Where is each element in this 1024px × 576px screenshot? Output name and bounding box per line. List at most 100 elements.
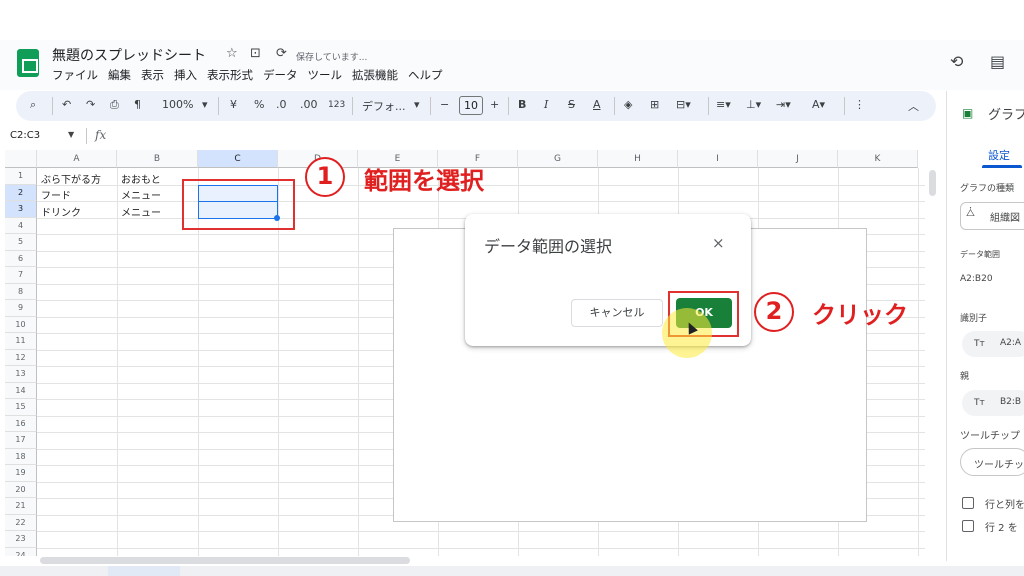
row-header-16[interactable]: 16 bbox=[5, 415, 37, 432]
cell-a1[interactable]: ぶら下がる方 bbox=[41, 171, 101, 186]
row-header-15[interactable]: 15 bbox=[5, 399, 37, 416]
tab-setup[interactable]: 設定 bbox=[988, 147, 1010, 163]
data-range-value[interactable]: A2:B20 bbox=[960, 274, 993, 284]
menu-file[interactable]: ファイル bbox=[52, 67, 98, 83]
horizontal-scrollbar[interactable] bbox=[40, 557, 410, 564]
font-select[interactable]: デフォ... bbox=[362, 98, 406, 114]
menu-tools[interactable]: ツール bbox=[308, 67, 343, 83]
row-header-12[interactable]: 12 bbox=[5, 349, 37, 366]
row-header-17[interactable]: 17 bbox=[5, 432, 37, 449]
row-header-3[interactable]: 3 bbox=[5, 201, 37, 218]
menu-edit[interactable]: 編集 bbox=[108, 67, 131, 83]
strikethrough-button[interactable]: S bbox=[568, 98, 575, 111]
row-header-24[interactable]: 24 bbox=[5, 547, 37, 556]
cell-a2[interactable]: フード bbox=[41, 187, 71, 202]
col-header-i[interactable]: I bbox=[678, 150, 758, 168]
row-header-11[interactable]: 11 bbox=[5, 333, 37, 350]
col-header-g[interactable]: G bbox=[518, 150, 598, 168]
row-header-1[interactable]: 1 bbox=[5, 168, 37, 185]
row-header-19[interactable]: 19 bbox=[5, 465, 37, 482]
vertical-align-icon[interactable]: ⊥▾ bbox=[746, 98, 761, 111]
menu-format[interactable]: 表示形式 bbox=[207, 67, 253, 83]
italic-button[interactable]: I bbox=[544, 98, 548, 111]
step-1-badge: 1 bbox=[305, 157, 345, 197]
col-header-j[interactable]: J bbox=[758, 150, 838, 168]
row-header-23[interactable]: 23 bbox=[5, 531, 37, 548]
cell-a3[interactable]: ドリンク bbox=[41, 204, 81, 219]
row-header-14[interactable]: 14 bbox=[5, 382, 37, 399]
corner-cell[interactable] bbox=[5, 150, 37, 168]
menu-extensions[interactable]: 拡張機能 bbox=[352, 67, 398, 83]
cell-b2[interactable]: メニュー bbox=[121, 187, 161, 202]
chevron-up-icon[interactable]: ︿ bbox=[908, 98, 919, 114]
menu-help[interactable]: ヘルプ bbox=[408, 67, 443, 83]
star-icon[interactable]: ☆ bbox=[226, 46, 238, 61]
col-header-h[interactable]: H bbox=[598, 150, 678, 168]
cancel-button[interactable]: キャンセル bbox=[571, 299, 663, 327]
text-wrap-icon[interactable]: ⇥▾ bbox=[776, 98, 791, 111]
name-box[interactable]: C2:C3 bbox=[10, 130, 40, 141]
menu-view[interactable]: 表示 bbox=[141, 67, 164, 83]
row-header-7[interactable]: 7 bbox=[5, 267, 37, 284]
row-header-6[interactable]: 6 bbox=[5, 250, 37, 267]
row-header-22[interactable]: 22 bbox=[5, 514, 37, 531]
menu-data[interactable]: データ bbox=[263, 67, 298, 83]
history-icon[interactable]: ⟲ bbox=[950, 52, 963, 71]
menu-insert[interactable]: 挿入 bbox=[174, 67, 197, 83]
row-header-4[interactable]: 4 bbox=[5, 217, 37, 234]
row-header-5[interactable]: 5 bbox=[5, 234, 37, 251]
redo-icon[interactable]: ↷ bbox=[86, 98, 95, 111]
close-icon[interactable]: × bbox=[712, 234, 725, 252]
text-color-button[interactable]: A bbox=[593, 98, 601, 111]
print-icon[interactable]: ⎙ bbox=[110, 98, 119, 112]
cell-b3[interactable]: メニュー bbox=[121, 204, 161, 219]
font-size-decrease-icon[interactable]: − bbox=[440, 98, 449, 111]
borders-icon[interactable]: ⊞ bbox=[650, 98, 659, 111]
text-rotation-icon[interactable]: A▾ bbox=[812, 98, 825, 111]
row-header-21[interactable]: 21 bbox=[5, 498, 37, 515]
row-header-13[interactable]: 13 bbox=[5, 366, 37, 383]
checkbox-switch-rows-columns[interactable] bbox=[962, 497, 974, 509]
row-header-9[interactable]: 9 bbox=[5, 300, 37, 317]
toolbar-divider bbox=[430, 97, 431, 115]
col-header-c[interactable]: C bbox=[198, 150, 278, 168]
row-header-2[interactable]: 2 bbox=[5, 184, 37, 201]
move-folder-icon[interactable]: ⊡ bbox=[250, 46, 261, 61]
annotation-box-range bbox=[182, 179, 295, 230]
col-header-b[interactable]: B bbox=[117, 150, 198, 168]
font-size-input[interactable]: 10 bbox=[459, 96, 483, 115]
chevron-down-icon[interactable]: ▼ bbox=[68, 130, 74, 139]
undo-icon[interactable]: ↶ bbox=[62, 98, 71, 111]
percent-button[interactable]: % bbox=[254, 98, 264, 111]
zoom-select[interactable]: 100% bbox=[162, 98, 193, 111]
fill-color-icon[interactable]: ◈ bbox=[624, 98, 632, 111]
row-header-18[interactable]: 18 bbox=[5, 448, 37, 465]
checkbox-use-row2-header[interactable] bbox=[962, 520, 974, 532]
merge-cells-icon[interactable]: ⊟▾ bbox=[676, 98, 691, 111]
row-header-20[interactable]: 20 bbox=[5, 481, 37, 498]
sheet-tab[interactable] bbox=[108, 566, 180, 576]
currency-button[interactable]: ¥ bbox=[230, 98, 237, 111]
number-format-button[interactable]: 123 bbox=[328, 100, 345, 110]
cell-b1[interactable]: おおもと bbox=[121, 171, 161, 186]
comments-icon[interactable]: ▤ bbox=[990, 52, 1005, 71]
row-header-8[interactable]: 8 bbox=[5, 283, 37, 300]
vertical-scrollbar[interactable] bbox=[929, 170, 936, 196]
more-options-icon[interactable]: ⋮ bbox=[854, 98, 865, 111]
sheets-logo-icon[interactable] bbox=[17, 49, 39, 77]
decrease-decimal-button[interactable]: .0 bbox=[276, 98, 287, 111]
row-header-10[interactable]: 10 bbox=[5, 316, 37, 333]
bold-button[interactable]: B bbox=[518, 98, 526, 111]
horizontal-align-icon[interactable]: ≡▾ bbox=[716, 98, 731, 111]
menu-bar: ファイル 編集 表示 挿入 表示形式 データ ツール 拡張機能 ヘルプ bbox=[52, 67, 443, 83]
increase-decimal-button[interactable]: .00 bbox=[300, 98, 318, 111]
save-status: 保存しています... bbox=[296, 53, 368, 63]
chevron-down-icon[interactable]: ▾ bbox=[202, 98, 208, 111]
font-size-increase-icon[interactable]: + bbox=[490, 98, 499, 111]
col-header-a[interactable]: A bbox=[37, 150, 117, 168]
chevron-down-icon[interactable]: ▾ bbox=[414, 98, 420, 111]
search-menus-icon[interactable]: ⌕ bbox=[30, 98, 36, 112]
paint-format-icon[interactable]: ¶ bbox=[134, 98, 141, 111]
document-title[interactable]: 無題のスプレッドシート bbox=[52, 45, 206, 65]
col-header-k[interactable]: K bbox=[838, 150, 918, 168]
